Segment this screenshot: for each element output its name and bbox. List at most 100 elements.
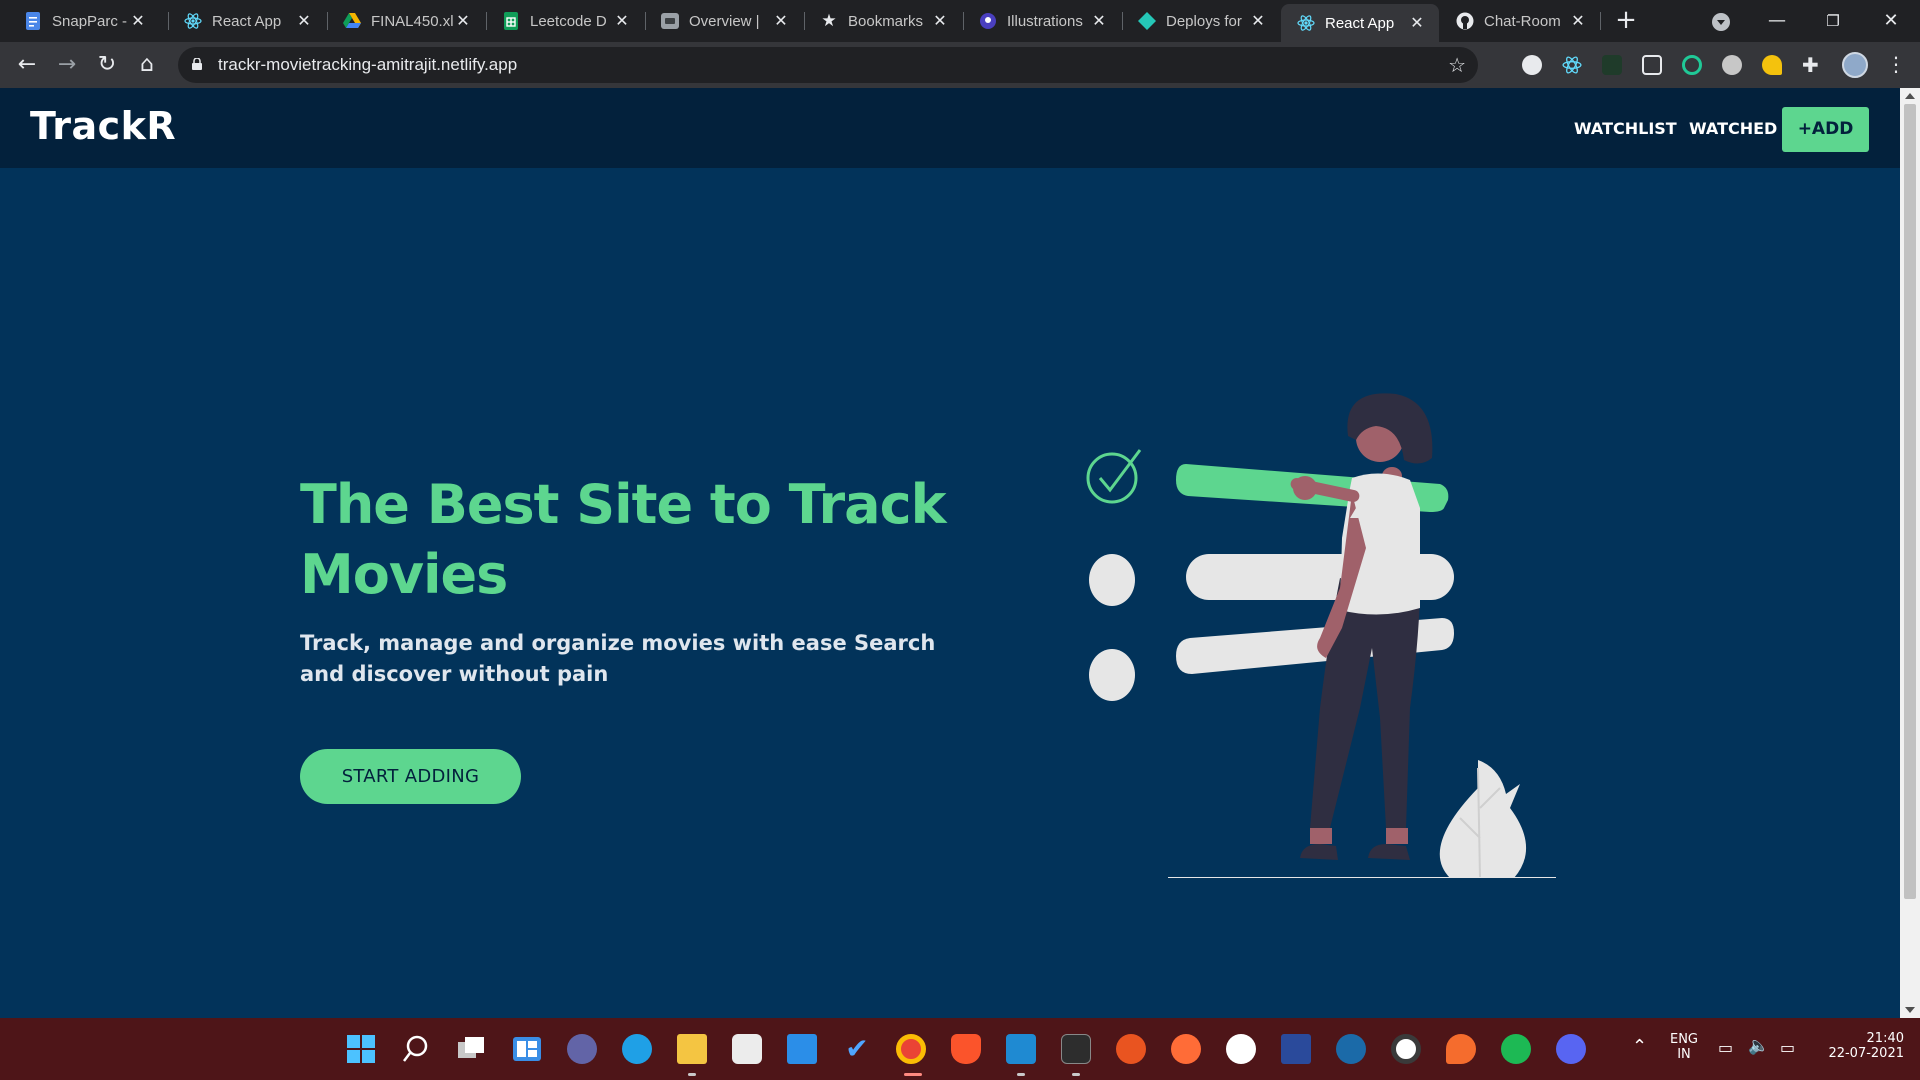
battery-icon[interactable]: ▭ <box>1780 1038 1795 1057</box>
obs-icon[interactable] <box>1391 1034 1421 1064</box>
spotify-icon[interactable] <box>1501 1034 1531 1064</box>
checklist-person-illustration <box>1086 393 1556 878</box>
react-icon <box>184 12 202 30</box>
watched-link[interactable]: WATCHED <box>1689 119 1777 138</box>
chrome-icon[interactable] <box>896 1034 926 1064</box>
extension-icon[interactable] <box>1602 55 1622 75</box>
file-explorer-icon[interactable] <box>677 1034 707 1064</box>
mail-icon[interactable] <box>787 1034 817 1064</box>
tab-6[interactable]: Illustrations ✕ <box>963 0 1121 42</box>
react-devtools-icon[interactable] <box>1562 55 1582 75</box>
windows-taskbar: ✔ ⌃ ENG IN ▭ 🔈 ▭ 21:40 22-07-2021 <box>0 1018 1920 1080</box>
task-view-icon[interactable] <box>456 1034 486 1064</box>
tab-search-icon[interactable] <box>1712 13 1730 31</box>
steam-icon[interactable] <box>1336 1034 1366 1064</box>
tab-title: Bookmarks <box>848 12 924 30</box>
hero-title: The Best Site to Track Movies <box>300 473 947 606</box>
tab-title: Overview | <box>689 12 760 30</box>
running-indicator <box>688 1073 696 1076</box>
extension-icon[interactable] <box>1722 55 1742 75</box>
profile-avatar[interactable] <box>1842 52 1868 78</box>
page-scrollbar[interactable] <box>1900 88 1920 1018</box>
running-indicator <box>1017 1073 1025 1076</box>
close-window-button[interactable]: ✕ <box>1876 6 1906 36</box>
postman-icon[interactable] <box>1171 1034 1201 1064</box>
bookmark-star-icon[interactable]: ☆ <box>1448 53 1466 77</box>
terminal-icon[interactable] <box>1061 1034 1091 1064</box>
puzzle-extensions-icon[interactable]: ✚ <box>1802 55 1822 75</box>
tab-4[interactable]: Overview | ✕ <box>645 0 803 42</box>
overview-icon <box>661 12 679 30</box>
tab-title: FINAL450.xl <box>371 12 453 30</box>
extension-icon[interactable] <box>1522 55 1542 75</box>
discord-icon[interactable] <box>1556 1034 1586 1064</box>
vscode-icon[interactable] <box>1006 1034 1036 1064</box>
clock-date: 22-07-2021 <box>1828 1046 1904 1061</box>
tab-0[interactable]: SnapParc - ✕ <box>8 0 160 42</box>
close-icon[interactable]: ✕ <box>128 11 148 31</box>
drive-icon <box>343 12 361 30</box>
site-navbar: TrackR WATCHLIST WATCHED +ADD <box>0 88 1900 168</box>
cube-extension-icon[interactable] <box>1642 55 1662 75</box>
edge-icon[interactable] <box>622 1034 652 1064</box>
close-icon[interactable]: ✕ <box>1568 11 1588 31</box>
tab-5[interactable]: ★ Bookmarks ✕ <box>804 0 962 42</box>
origin-icon[interactable] <box>1446 1034 1476 1064</box>
scrollbar-thumb[interactable] <box>1904 104 1916 899</box>
close-icon[interactable]: ✕ <box>1248 11 1268 31</box>
language-indicator[interactable]: ENG IN <box>1664 1032 1704 1062</box>
close-icon[interactable]: ✕ <box>294 11 314 31</box>
mongodb-icon[interactable] <box>1226 1034 1256 1064</box>
store-icon[interactable] <box>732 1034 762 1064</box>
windows-start-icon[interactable] <box>346 1034 376 1064</box>
address-bar[interactable]: trackr-movietracking-amitrajit.netlify.a… <box>178 47 1478 83</box>
ubuntu-icon[interactable] <box>1116 1034 1146 1064</box>
extension-icon[interactable] <box>1682 55 1702 75</box>
show-hidden-icons-chevron-icon[interactable]: ⌃ <box>1632 1036 1647 1057</box>
add-button[interactable]: +ADD <box>1782 107 1869 152</box>
menu-icon[interactable]: ⋮ <box>1886 52 1906 76</box>
active-indicator <box>904 1073 922 1076</box>
dev-icon[interactable] <box>1281 1034 1311 1064</box>
running-indicator <box>1072 1073 1080 1076</box>
tab-title: Leetcode D <box>530 12 607 30</box>
brave-icon[interactable] <box>951 1034 981 1064</box>
scroll-down-arrow-icon[interactable] <box>1905 1007 1915 1013</box>
close-icon[interactable]: ✕ <box>1407 13 1427 33</box>
close-icon[interactable]: ✕ <box>930 11 950 31</box>
brand-logo[interactable]: TrackR <box>30 104 176 148</box>
watchlist-link[interactable]: WATCHLIST <box>1574 119 1677 138</box>
search-icon[interactable] <box>401 1034 431 1064</box>
tab-title: Illustrations <box>1007 12 1083 30</box>
new-tab-button[interactable]: + <box>1611 6 1641 36</box>
tab-7[interactable]: Deploys for ✕ <box>1122 0 1280 42</box>
tab-title: SnapParc - <box>52 12 128 30</box>
back-button[interactable]: ← <box>13 51 41 79</box>
scroll-up-arrow-icon[interactable] <box>1905 93 1915 99</box>
tab-2[interactable]: FINAL450.xl ✕ <box>327 0 485 42</box>
tab-9[interactable]: Chat-Room ✕ <box>1440 0 1600 42</box>
network-icon[interactable]: ▭ <box>1718 1038 1733 1057</box>
restore-button[interactable]: ❐ <box>1818 6 1848 36</box>
teams-chat-icon[interactable] <box>567 1034 597 1064</box>
language-code: ENG <box>1669 1032 1698 1047</box>
tab-3[interactable]: Leetcode D ✕ <box>486 0 644 42</box>
widgets-icon[interactable] <box>512 1034 542 1064</box>
tab-title: Deploys for <box>1166 12 1242 30</box>
close-icon[interactable]: ✕ <box>1089 11 1109 31</box>
reload-button[interactable]: ↻ <box>93 51 121 79</box>
minimize-button[interactable]: — <box>1762 6 1792 36</box>
volume-icon[interactable]: 🔈 <box>1748 1036 1769 1056</box>
todo-icon[interactable]: ✔ <box>842 1034 872 1064</box>
close-icon[interactable]: ✕ <box>771 11 791 31</box>
start-adding-button[interactable]: START ADDING <box>300 749 521 804</box>
clock-time: 21:40 <box>1866 1031 1904 1046</box>
forward-button[interactable]: → <box>53 51 81 79</box>
home-button[interactable]: ⌂ <box>133 51 161 79</box>
extension-icon[interactable] <box>1762 55 1782 75</box>
clock[interactable]: 21:40 22-07-2021 <box>1818 1031 1904 1061</box>
tab-1[interactable]: React App ✕ <box>168 0 326 42</box>
tab-8-active[interactable]: React App ✕ <box>1281 4 1439 42</box>
close-icon[interactable]: ✕ <box>453 11 473 31</box>
close-icon[interactable]: ✕ <box>612 11 632 31</box>
